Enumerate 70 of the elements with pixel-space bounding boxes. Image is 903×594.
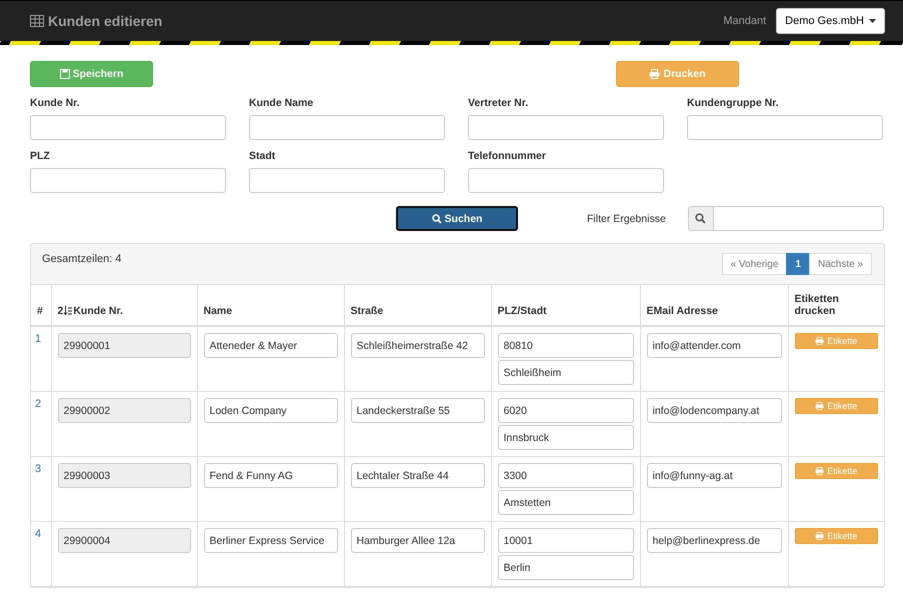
field-label: Kundengruppe Nr. <box>687 97 780 109</box>
input-field[interactable]: Lechtaler Straße 44 <box>350 463 484 488</box>
column-header: EMail Adresse <box>640 284 788 326</box>
column-header: 2 Kunde Nr. <box>51 284 197 326</box>
row-number: 4 <box>31 522 51 586</box>
search-icon <box>432 214 442 224</box>
input-field[interactable]: 29900001 <box>58 333 190 358</box>
printer-icon <box>815 532 824 540</box>
input-field[interactable]: 29900003 <box>58 463 190 488</box>
input-field[interactable]: help@berlinexpress.de <box>646 528 782 553</box>
column-header: Straße <box>344 284 491 326</box>
floppy-icon <box>60 69 70 79</box>
input-field[interactable]: info@lodencompany.at <box>646 398 782 423</box>
input-field[interactable]: Innsbruck <box>498 425 634 450</box>
page-link[interactable]: « Voherige <box>722 253 788 275</box>
input-field[interactable]: Amstetten <box>498 490 634 515</box>
row-count: Gesamtzeilen: 4 <box>42 253 122 267</box>
column-header: Name <box>197 284 344 326</box>
input-field[interactable] <box>30 168 226 193</box>
input-field[interactable]: 29900004 <box>58 528 190 553</box>
field-label: Kunde Name <box>249 97 314 109</box>
tenant-dropdown[interactable]: Demo Ges.mbH <box>776 8 885 34</box>
input-field[interactable]: info@attender.com <box>646 333 782 358</box>
row-number: 3 <box>31 456 51 522</box>
field-label: Telefonnummer <box>468 150 547 162</box>
column-header: PLZ/Stadt <box>491 284 640 326</box>
printer-icon <box>815 337 824 345</box>
input-field[interactable]: 3300 <box>498 463 634 488</box>
input-field[interactable]: Schleißheim <box>498 360 634 385</box>
input-field[interactable] <box>30 115 226 140</box>
tenant-label: Mandant <box>723 15 766 27</box>
field-label: PLZ <box>30 150 51 162</box>
input-field[interactable]: Loden Company <box>204 398 338 423</box>
input-field[interactable]: Berliner Express Service <box>204 528 338 553</box>
printer-icon <box>815 402 824 410</box>
sort-icon <box>64 306 72 316</box>
input-field[interactable]: 80810 <box>498 333 634 358</box>
filter-field[interactable] <box>714 206 884 231</box>
row-number: 2 <box>31 392 51 456</box>
input-field[interactable]: info@funny-ag.at <box>646 463 782 488</box>
input-field[interactable]: Landeckerstraße 55 <box>350 398 484 423</box>
caret-icon <box>869 19 876 23</box>
page-title: Kunden editieren <box>48 13 162 29</box>
input-field[interactable] <box>687 115 883 140</box>
input-field[interactable]: Berlin <box>498 555 634 580</box>
input-field[interactable]: Hamburger Allee 12a <box>350 528 484 553</box>
input-field[interactable] <box>468 168 664 193</box>
page-link[interactable]: Nächste » <box>808 253 872 275</box>
printer-icon <box>649 69 660 79</box>
filter-label: Filter Ergebnisse <box>587 212 667 224</box>
input-field[interactable]: Schleißheimerstraße 42 <box>350 333 484 358</box>
input-field[interactable]: Atteneder & Mayer <box>204 333 338 358</box>
search-button[interactable]: Suchen <box>396 206 518 231</box>
field-label: Vertreter Nr. <box>468 97 530 109</box>
column-header: # <box>31 284 51 326</box>
field-label: Kunde Nr. <box>30 97 81 109</box>
input-field[interactable] <box>468 115 664 140</box>
printer-icon <box>815 467 824 475</box>
input-field[interactable]: 29900002 <box>58 398 190 423</box>
input-field[interactable]: Fend & Funny AG <box>204 463 338 488</box>
input-field[interactable]: 10001 <box>498 528 634 553</box>
input-field[interactable] <box>249 115 445 140</box>
row-number: 1 <box>31 326 51 392</box>
input-field[interactable] <box>249 168 445 193</box>
table-icon <box>30 15 44 27</box>
column-header: Etiketten drucken <box>788 284 884 326</box>
input-field[interactable]: 6020 <box>498 398 634 423</box>
search-icon <box>695 213 706 224</box>
field-label: Stadt <box>249 150 276 162</box>
page-link[interactable]: 1 <box>786 253 810 275</box>
